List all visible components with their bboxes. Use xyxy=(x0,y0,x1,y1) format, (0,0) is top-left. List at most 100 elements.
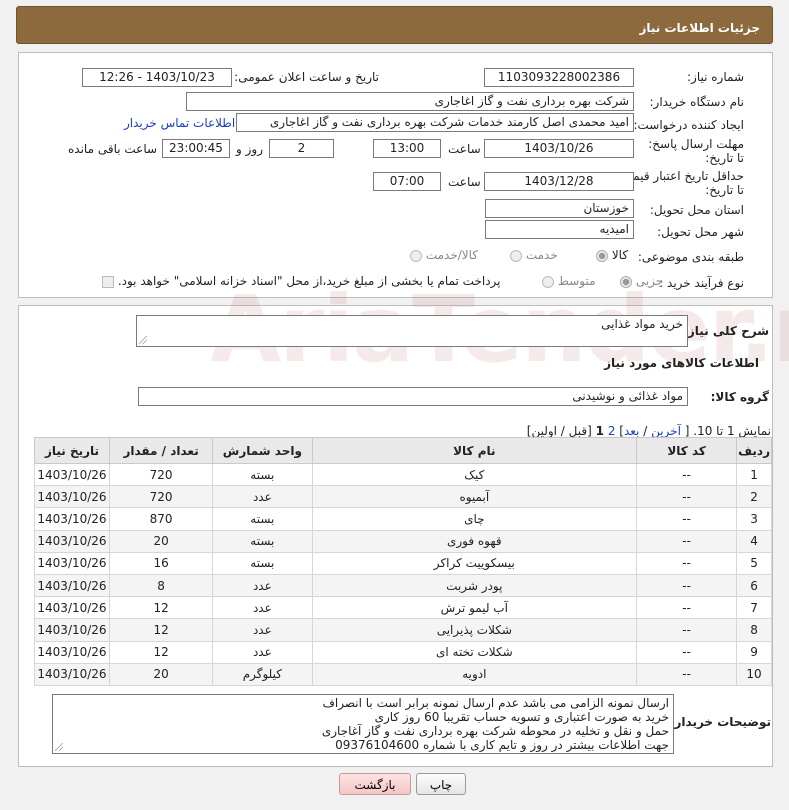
cell-name: پودر شربت xyxy=(311,573,638,598)
cell-unit: بسته xyxy=(212,529,313,553)
city-label: شهر محل تحویل: xyxy=(657,225,744,239)
goods-group-field: مواد غذائی و نوشیدنی xyxy=(138,387,688,406)
process-label: نوع فرآیند خرید : xyxy=(659,276,744,290)
days-label: روز و xyxy=(236,142,263,156)
table-row: 8 -- شکلات پذیرایی عدد 12 1403/10/26 xyxy=(34,618,772,642)
items-heading: اطلاعات کالاهای مورد نیاز xyxy=(604,356,759,370)
cell-code: -- xyxy=(636,551,738,575)
cell-code: -- xyxy=(636,618,738,642)
buyer-notes-label: توضیحات خریدار: xyxy=(669,715,771,729)
cell-row: 1 xyxy=(736,462,772,487)
cell-name: کیک xyxy=(311,462,638,487)
category-label: طبقه بندی موضوعی: xyxy=(637,250,744,264)
resize-grip-icon[interactable] xyxy=(55,743,63,751)
buyer-contact-link[interactable]: اطلاعات تماس خریدار xyxy=(124,116,235,130)
category-option-goods[interactable]: کالا xyxy=(596,248,628,262)
cell-row: 7 xyxy=(736,596,772,620)
cell-unit: کیلوگرم xyxy=(212,662,313,686)
col-name: نام کالا xyxy=(311,437,638,464)
remaining-label: ساعت باقی مانده xyxy=(68,142,158,156)
cell-code: -- xyxy=(636,573,738,598)
days-field: 2 xyxy=(269,139,334,158)
cell-code: -- xyxy=(636,662,738,686)
goods-group-label: گروه کالا: xyxy=(710,390,769,404)
cell-date: 1403/10/26 xyxy=(34,640,110,664)
cell-name: ادویه xyxy=(311,662,638,686)
cell-quantity: 720 xyxy=(108,462,214,487)
table-row: 9 -- شکلات تخته ای عدد 12 1403/10/26 xyxy=(34,640,772,664)
cell-unit: بسته xyxy=(212,462,313,487)
cell-date: 1403/10/26 xyxy=(34,662,110,686)
validity-time-label: ساعت xyxy=(448,175,481,189)
print-button[interactable]: چاپ xyxy=(416,773,466,795)
col-unit: واحد شمارش xyxy=(212,437,313,464)
pagination: نمایش 1 تا 10. [ آخرین / بعد] 2 1 [قبل /… xyxy=(526,424,771,438)
cell-row: 5 xyxy=(736,551,772,575)
table-row: 7 -- آب لیمو ترش عدد 12 1403/10/26 xyxy=(34,596,772,620)
creator-label: ایجاد کننده درخواست: xyxy=(633,118,744,132)
cell-quantity: 12 xyxy=(108,618,214,642)
table-row: 5 -- بیسکوییت کراکر بسته 16 1403/10/26 xyxy=(34,551,772,575)
buyer-org-field: شرکت بهره برداری نفت و گاز اغاجاری xyxy=(186,92,634,111)
cell-row: 6 xyxy=(736,573,772,598)
process-option-minor[interactable]: جزیی xyxy=(620,274,663,288)
cell-date: 1403/10/26 xyxy=(34,485,110,509)
cell-date: 1403/10/26 xyxy=(34,507,110,531)
cell-name: بیسکوییت کراکر xyxy=(311,551,638,575)
announce-label: تاریخ و ساعت اعلان عمومی: xyxy=(234,70,379,84)
category-option-goods-service[interactable]: کالا/خدمت xyxy=(410,248,478,262)
radio-checked-icon xyxy=(620,275,632,288)
cell-name: شکلات پذیرایی xyxy=(311,618,638,642)
cell-row: 10 xyxy=(736,662,772,686)
cell-unit: عدد xyxy=(212,573,313,598)
items-table: ردیف کد کالا نام کالا واحد شمارش تعداد /… xyxy=(34,437,772,686)
need-number-field: 1103093228002386 xyxy=(484,68,634,87)
col-quantity: تعداد / مقدار xyxy=(108,437,214,464)
cell-code: -- xyxy=(636,529,738,553)
buyer-notes-field: ارسال نمونه الزامی می باشد عدم ارسال نمو… xyxy=(52,694,674,754)
cell-date: 1403/10/26 xyxy=(34,596,110,620)
col-code: کد کالا xyxy=(636,437,738,464)
table-header-row: ردیف کد کالا نام کالا واحد شمارش تعداد /… xyxy=(34,437,772,464)
treasury-payment-note: پرداخت تمام یا بخشی از مبلغ خرید،از محل … xyxy=(117,274,501,288)
cell-date: 1403/10/26 xyxy=(34,618,110,642)
page-header: جزئیات اطلاعات نیاز xyxy=(16,6,773,44)
cell-unit: بسته xyxy=(212,507,313,531)
cell-unit: عدد xyxy=(212,596,313,620)
cell-quantity: 12 xyxy=(108,640,214,664)
table-row: 3 -- چای بسته 870 1403/10/26 xyxy=(34,507,772,531)
need-summary-field: خرید مواد غذایی xyxy=(136,315,688,347)
city-field: امیدیه xyxy=(485,220,634,239)
process-option-medium[interactable]: متوسط xyxy=(542,274,596,288)
cell-code: -- xyxy=(636,507,738,531)
treasury-payment-checkbox[interactable]: پرداخت تمام یا بخشی از مبلغ خرید،از محل … xyxy=(102,274,501,288)
remaining-time-field: 23:00:45 xyxy=(162,139,230,158)
cell-code: -- xyxy=(636,462,738,487)
cell-code: -- xyxy=(636,640,738,664)
pagination-next[interactable]: بعد xyxy=(624,424,639,438)
cell-quantity: 16 xyxy=(108,551,214,575)
validity-date-field: 1403/12/28 xyxy=(484,172,634,191)
need-summary-label: شرح کلی نیاز: xyxy=(683,324,769,338)
deadline-date-field: 1403/10/26 xyxy=(484,139,634,158)
cell-row: 3 xyxy=(736,507,772,531)
cell-code: -- xyxy=(636,485,738,509)
cell-date: 1403/10/26 xyxy=(34,573,110,598)
need-number-label: شماره نیاز: xyxy=(687,70,744,84)
validity-time-field: 07:00 xyxy=(373,172,441,191)
cell-date: 1403/10/26 xyxy=(34,551,110,575)
pagination-page-2[interactable]: 2 xyxy=(608,424,616,438)
pagination-last[interactable]: آخرین xyxy=(651,424,681,438)
cell-quantity: 20 xyxy=(108,529,214,553)
back-button[interactable]: بازگشت xyxy=(339,773,411,795)
pagination-current-page: 1 xyxy=(595,424,604,438)
table-row: 2 -- آبمیوه عدد 720 1403/10/26 xyxy=(34,485,772,509)
deadline-label: مهلت ارسال پاسخ: تا تاریخ: xyxy=(648,137,744,165)
resize-grip-icon[interactable] xyxy=(139,336,147,344)
cell-name: قهوه فوری xyxy=(311,529,638,553)
cell-unit: عدد xyxy=(212,640,313,664)
cell-name: شکلات تخته ای xyxy=(311,640,638,664)
category-option-service[interactable]: خدمت xyxy=(510,248,558,262)
cell-quantity: 720 xyxy=(108,485,214,509)
cell-row: 2 xyxy=(736,485,772,509)
